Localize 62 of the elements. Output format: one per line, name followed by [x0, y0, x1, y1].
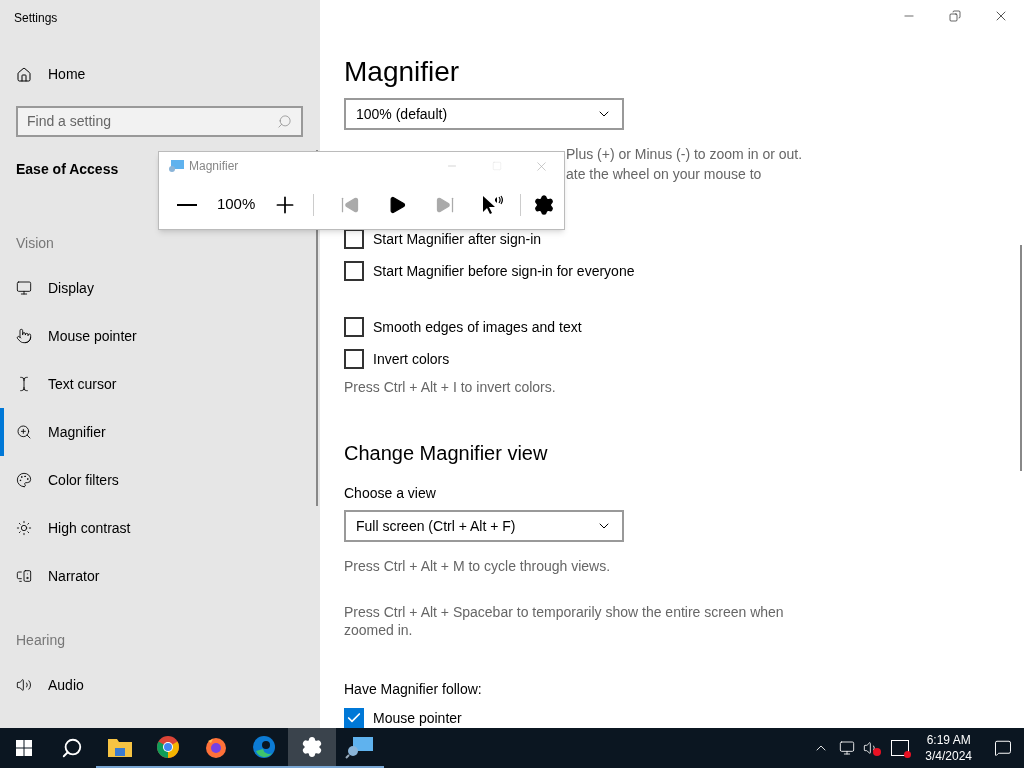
section-title: Ease of Access — [16, 160, 119, 179]
group-heading: Hearing — [16, 631, 67, 650]
search-field[interactable]: Find a setting — [16, 106, 303, 137]
nav-item[interactable]: Magnifier — [0, 408, 304, 456]
firefox-icon — [204, 735, 228, 759]
muted-speaker-icon[interactable] — [863, 740, 882, 756]
taskbar-app[interactable] — [288, 728, 336, 768]
field-label: Have Magnifier follow: — [344, 680, 483, 699]
checkbox[interactable] — [344, 317, 364, 337]
windows-logo-icon — [16, 740, 32, 756]
scrollbar[interactable] — [1020, 245, 1022, 471]
nav-item[interactable]: Text cursor — [16, 360, 304, 408]
hint-text: ate the wheel on your mouse to — [566, 165, 763, 184]
home-link[interactable]: Home — [16, 64, 304, 85]
hint-text: Press Ctrl + Alt + Spacebar to temporarily show the entire screen when zoomed in. — [344, 603, 785, 639]
magnifier-app-icon — [167, 159, 185, 173]
notifications-icon[interactable] — [994, 739, 1012, 757]
search-icon — [61, 737, 83, 759]
network-icon[interactable] — [839, 740, 856, 756]
restore-icon — [949, 10, 961, 22]
nav-item[interactable]: Narrator — [16, 552, 304, 600]
nav-item[interactable]: High contrast — [16, 504, 304, 552]
hint-text: Press Ctrl + Alt + I to invert colors. — [344, 378, 557, 397]
speaker-icon — [16, 677, 32, 693]
hint-text: Press Ctrl + Alt + M to cycle through views. — [344, 557, 612, 576]
monitor-icon — [16, 280, 32, 296]
checkbox-label: Mouse pointer — [373, 708, 462, 728]
checkbox-label: Invert colors — [373, 349, 450, 369]
field-label: Choose a view — [344, 484, 437, 503]
dropdown[interactable]: 100% (default) — [344, 98, 624, 130]
edge-icon — [252, 735, 276, 759]
checkbox-label: Start Magnifier before sign-in for everyone — [373, 261, 635, 281]
chrome-icon — [156, 735, 180, 759]
section-heading: Change Magnifier view — [344, 441, 549, 466]
minus-icon — [176, 203, 197, 206]
hint-text: Plus (+) or Minus (-) to zoom in or out. — [566, 145, 804, 164]
clock[interactable]: 6:19 AM 3/4/2024 — [925, 732, 972, 764]
home-icon — [16, 66, 32, 83]
zoom-level: 100% — [215, 194, 257, 215]
checkbox-label: Start Magnifier after sign-in — [373, 229, 542, 249]
dropdown[interactable]: Full screen (Ctrl + Alt + F) — [344, 510, 624, 542]
nav-item[interactable]: Color filters — [16, 456, 304, 504]
group-heading: Vision — [16, 234, 55, 253]
tray-app-icon[interactable] — [891, 740, 910, 756]
nav-item[interactable]: Audio — [16, 661, 304, 709]
checkbox[interactable] — [344, 261, 364, 281]
window-title: Settings — [14, 10, 59, 27]
folder-icon — [107, 736, 133, 758]
pointer-speaker-icon — [480, 194, 503, 215]
hand-pointer-icon — [16, 328, 32, 344]
magnifier-app-icon — [345, 735, 375, 759]
magnifier-icon — [16, 424, 32, 440]
window-title: Magnifier — [189, 158, 239, 175]
nav-item[interactable]: Mouse pointer — [16, 312, 304, 360]
page-heading: Magnifier — [344, 56, 461, 88]
checkbox[interactable] — [344, 708, 364, 728]
palette-icon — [16, 472, 32, 488]
checkbox[interactable] — [344, 349, 364, 369]
sun-icon — [16, 520, 32, 536]
nav-item[interactable]: Display — [16, 264, 304, 312]
checkbox-label: Smooth edges of images and text — [373, 317, 582, 337]
search-icon — [277, 114, 292, 129]
